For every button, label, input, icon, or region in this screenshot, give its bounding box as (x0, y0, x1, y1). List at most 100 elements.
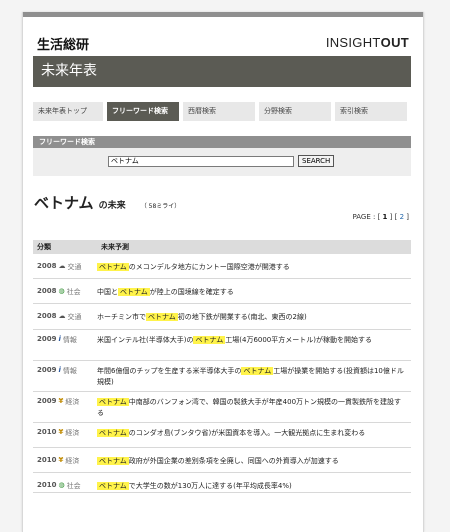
pager-mid: ] [ (389, 213, 398, 221)
col-prediction: 未来予測 (101, 243, 129, 251)
prediction-post: 初の地下鉄が開業する(南北、東西の2線) (177, 313, 307, 321)
globe-icon: ◍ (58, 481, 65, 489)
table-row: 2008 ☁ 交通 ホーチミン市で ベトナム 初の地下鉄が開業する(南北、東西の2線) (33, 304, 411, 330)
info-icon: i (58, 335, 61, 343)
row-category-label: 情報 (62, 367, 77, 375)
row-category-label: 経済 (65, 457, 80, 465)
nav-tabs: 未来年表トップ フリーワード検索 西暦検索 分野検索 索引検索 (33, 102, 411, 121)
prediction-post: のコンダオ島(ブンタウ省)が米国資本を導入。一大観光拠点に生まれ変わる (128, 429, 366, 437)
info-icon: i (58, 366, 61, 374)
row-prediction[interactable]: ベトナム 政府が外国企業の差別条項を全廃し、同国への外資導入が加速する (97, 456, 407, 472)
search-panel-label: フリーワード検索 (33, 136, 411, 148)
prediction-pre: 中国と (97, 288, 118, 296)
tab-field[interactable]: 分野検索 (259, 102, 331, 121)
results-keyword: ベトナム (34, 194, 94, 212)
prediction-keyword-highlight: ベトナム (146, 313, 178, 321)
row-category-label: 経済 (65, 429, 80, 437)
results-heading: ベトナム の未来 （ 58ミライ） (34, 192, 180, 213)
row-year: 2009 (37, 366, 57, 374)
insightout-logo[interactable]: INSIGHTOUT (326, 35, 409, 50)
row-prediction[interactable]: ベトナム 中南部のバンフォン湾で、韓国の製鉄大手が年産400万トン規模の一貫製鉄所… (97, 397, 407, 422)
row-category-label: 社会 (66, 288, 81, 296)
row-category: 2010 ¥ 経済 (33, 456, 97, 472)
search-panel: フリーワード検索 SEARCH (33, 136, 411, 176)
brand-logo[interactable]: 生活総研 (37, 34, 89, 53)
row-category: 2009 ¥ 経済 (33, 397, 97, 422)
row-category-label: 交通 (67, 313, 82, 321)
row-prediction[interactable]: 米国インテル社(半導体大手)の ベトナム 工場(4万6000平方メートル)が稼動を開… (97, 335, 407, 360)
prediction-post: で大学生の数が130万人に達する(年平均成長率4%) (128, 482, 292, 490)
table-row: 2009 ¥ 経済 ベトナム 中南部のバンフォン湾で、韓国の製鉄大手が年産400万トン規… (33, 392, 411, 423)
row-year: 2008 (37, 312, 57, 320)
prediction-post: が陸上の国境線を確定する (149, 288, 234, 296)
prediction-post: 工場(4万6000平方メートル)が稼動を開始する (225, 336, 372, 344)
page-title: 未来年表 (33, 56, 411, 87)
results-suffix: の未来 (98, 201, 126, 211)
tab-index[interactable]: 索引検索 (335, 102, 407, 121)
table-row: 2010 ¥ 経済 ベトナム 政府が外国企業の差別条項を全廃し、同国への外資導入が加速す… (33, 448, 411, 473)
table-body: 2008 ☁ 交通 ベトナム のメコンデルタ地方にカントー国際空港が開港する 2008 ◍ 社… (33, 254, 411, 493)
row-category: 2009 i 情報 (33, 335, 97, 360)
tab-year[interactable]: 西暦検索 (183, 102, 255, 121)
yen-icon: ¥ (58, 397, 64, 405)
row-year: 2010 (37, 481, 57, 489)
prediction-post: 中南部のバンフォン湾で、韓国の製鉄大手が年産400万トン規模の一貫製鉄所を建設す… (97, 398, 402, 417)
row-prediction[interactable]: ベトナム のコンダオ島(ブンタウ省)が米国資本を導入。一大観光拠点に生まれ変わる (97, 428, 407, 447)
prediction-keyword-highlight: ベトナム (97, 429, 129, 437)
row-year: 2010 (37, 456, 57, 464)
row-category-label: 社会 (66, 482, 81, 490)
prediction-pre: ホーチミン市で (97, 313, 146, 321)
logo-bold-text: OUT (380, 35, 409, 50)
row-prediction[interactable]: ベトナム で大学生の数が130万人に達する(年平均成長率4%) (97, 481, 407, 492)
tab-free-word[interactable]: フリーワード検索 (107, 102, 179, 121)
row-year: 2009 (37, 335, 57, 343)
site-header: 生活総研 INSIGHTOUT (23, 17, 423, 53)
prediction-keyword-highlight: ベトナム (97, 482, 129, 490)
table-header: 分類 未来予測 (33, 240, 411, 254)
row-prediction[interactable]: 年間6億個のチップを生産する米半導体大手の ベトナム 工場が操業を開始する(投資額は… (97, 366, 407, 391)
row-category: 2008 ☁ 交通 (33, 262, 97, 278)
row-category: 2010 ¥ 経済 (33, 428, 97, 447)
globe-icon: ◍ (58, 287, 65, 295)
row-year: 2008 (37, 262, 57, 270)
prediction-keyword-highlight: ベトナム (118, 288, 150, 296)
prediction-post: 政府が外国企業の差別条項を全廃し、同国への外資導入が加速する (128, 457, 339, 465)
search-button[interactable]: SEARCH (298, 155, 335, 167)
table-row: 2010 ¥ 経済 ベトナム のコンダオ島(ブンタウ省)が米国資本を導入。一大観光拠点に… (33, 423, 411, 448)
pager-next-link[interactable]: 2 (400, 213, 404, 221)
car-icon: ☁ (58, 262, 66, 270)
tab-top[interactable]: 未来年表トップ (33, 102, 103, 121)
row-category: 2008 ☁ 交通 (33, 312, 97, 329)
table-row: 2009 i 情報 年間6億個のチップを生産する米半導体大手の ベトナム 工場が操業を開始… (33, 361, 411, 392)
col-category: 分類 (37, 243, 51, 251)
pager: PAGE : [ 1 ] [ 2 ] (352, 213, 409, 221)
row-year: 2008 (37, 287, 57, 295)
prediction-keyword-highlight: ベトナム (97, 263, 129, 271)
row-category: 2010 ◍ 社会 (33, 481, 97, 492)
prediction-pre: 米国インテル社(半導体大手)の (97, 336, 194, 344)
row-category-label: 情報 (62, 336, 77, 344)
pager-end: ] (406, 213, 409, 221)
table-row: 2010 ◍ 社会 ベトナム で大学生の数が130万人に達する(年平均成長率4%) (33, 473, 411, 493)
row-category: 2009 i 情報 (33, 366, 97, 391)
prediction-keyword-highlight: ベトナム (193, 336, 226, 344)
row-prediction[interactable]: 中国と ベトナム が陸上の国境線を確定する (97, 287, 407, 303)
results-count: （ 58ミライ） (140, 203, 181, 210)
page: 生活総研 INSIGHTOUT 未来年表 未来年表トップ フリーワード検索 西暦… (22, 12, 424, 532)
logo-light-text: INSIGHT (325, 35, 381, 50)
row-year: 2010 (37, 428, 57, 436)
row-category: 2008 ◍ 社会 (33, 287, 97, 303)
row-category-label: 経済 (65, 398, 80, 406)
search-input[interactable] (108, 155, 294, 167)
row-prediction[interactable]: ベトナム のメコンデルタ地方にカントー国際空港が開港する (97, 262, 407, 278)
table-row: 2009 i 情報 米国インテル社(半導体大手)の ベトナム 工場(4万6000平方メート… (33, 330, 411, 361)
prediction-keyword-highlight: ベトナム (97, 398, 129, 406)
yen-icon: ¥ (58, 428, 64, 436)
prediction-pre: 年間6億個のチップを生産する米半導体大手の (97, 367, 242, 375)
table-row: 2008 ☁ 交通 ベトナム のメコンデルタ地方にカントー国際空港が開港する (33, 254, 411, 279)
table-row: 2008 ◍ 社会 中国と ベトナム が陸上の国境線を確定する (33, 279, 411, 304)
pager-prefix: PAGE : [ (352, 213, 381, 221)
row-prediction[interactable]: ホーチミン市で ベトナム 初の地下鉄が開業する(南北、東西の2線) (97, 312, 407, 329)
prediction-post: のメコンデルタ地方にカントー国際空港が開港する (128, 263, 290, 271)
prediction-table: 分類 未来予測 2008 ☁ 交通 ベトナム のメコンデルタ地方にカントー国際空港が開港… (33, 240, 411, 493)
